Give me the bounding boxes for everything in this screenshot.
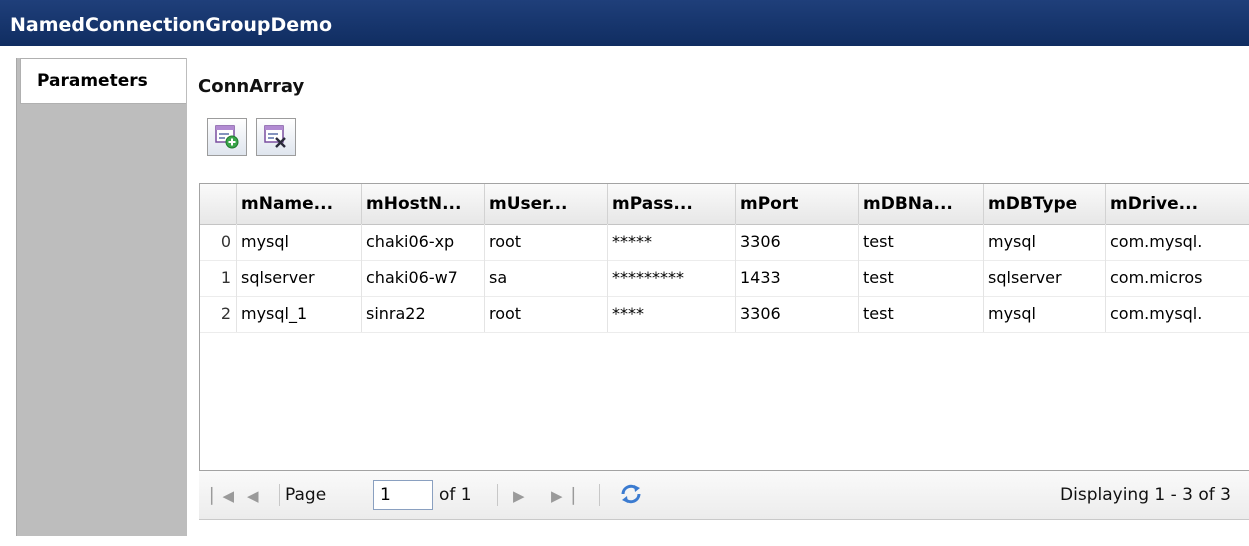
table-cell[interactable]: ********* bbox=[608, 260, 736, 296]
page-count-label: of 1 bbox=[439, 485, 472, 505]
tab-strip bbox=[16, 58, 187, 546]
table-cell[interactable]: mysql bbox=[984, 224, 1106, 260]
paging-summary: Displaying 1 - 3 of 3 bbox=[1060, 485, 1231, 505]
table-cell[interactable]: **** bbox=[608, 296, 736, 332]
window-titlebar: NamedConnectionGroupDemo bbox=[0, 0, 1249, 46]
row-number: 1 bbox=[200, 260, 237, 296]
column-header[interactable]: mUser... bbox=[485, 184, 608, 224]
table-cell[interactable]: mysql bbox=[984, 296, 1106, 332]
refresh-icon[interactable] bbox=[619, 482, 643, 511]
column-header[interactable]: mPort bbox=[736, 184, 859, 224]
table-row[interactable]: 2 mysql_1 sinra22 root **** 3306 test my… bbox=[200, 296, 1249, 333]
tab-parameters-label: Parameters bbox=[37, 71, 148, 91]
table-cell[interactable]: test bbox=[859, 260, 984, 296]
table-row[interactable]: 1 sqlserver chaki06-w7 sa ********* 1433… bbox=[200, 260, 1249, 297]
next-page-icon[interactable]: ▶ bbox=[513, 487, 525, 505]
table-cell[interactable]: chaki06-xp bbox=[362, 224, 485, 260]
row-number: 2 bbox=[200, 296, 237, 332]
table-row[interactable]: 0 mysql chaki06-xp root ***** 3306 test … bbox=[200, 224, 1249, 261]
table-cell[interactable]: mysql bbox=[237, 224, 362, 260]
table-cell[interactable]: sqlserver bbox=[984, 260, 1106, 296]
grid-header: mName... mHostN... mUser... mPass... mPo… bbox=[200, 184, 1249, 225]
table-cell[interactable]: 1433 bbox=[736, 260, 859, 296]
table-cell[interactable]: sinra22 bbox=[362, 296, 485, 332]
table-cell[interactable]: 3306 bbox=[736, 296, 859, 332]
add-row-button[interactable] bbox=[207, 118, 247, 156]
table-cell[interactable]: sqlserver bbox=[237, 260, 362, 296]
page-label: Page bbox=[285, 485, 327, 505]
table-cell[interactable]: sa bbox=[485, 260, 608, 296]
table-cell[interactable]: test bbox=[859, 224, 984, 260]
prev-page-icon[interactable]: ◀ bbox=[247, 487, 259, 505]
table-cell[interactable]: 3306 bbox=[736, 224, 859, 260]
table-cell[interactable]: com.micros bbox=[1106, 260, 1249, 296]
column-header[interactable]: mDBNa... bbox=[859, 184, 984, 224]
column-header[interactable]: mDBType bbox=[984, 184, 1106, 224]
table-cell[interactable]: mysql_1 bbox=[237, 296, 362, 332]
column-header[interactable]: mHostN... bbox=[362, 184, 485, 224]
table-cell[interactable]: ***** bbox=[608, 224, 736, 260]
column-header[interactable]: mName... bbox=[237, 184, 362, 224]
row-number-header bbox=[200, 184, 237, 224]
column-header[interactable]: mDrive... bbox=[1106, 184, 1249, 224]
first-page-icon[interactable]: ▏◀ bbox=[211, 487, 234, 505]
last-page-icon[interactable]: ▶▕ bbox=[551, 487, 574, 505]
page-number-input[interactable] bbox=[373, 480, 433, 510]
toolbar-separator bbox=[279, 484, 280, 506]
table-cell[interactable]: test bbox=[859, 296, 984, 332]
toolbar-separator bbox=[497, 484, 498, 506]
frame-bottom bbox=[16, 536, 1249, 546]
table-cell[interactable]: com.mysql. bbox=[1106, 296, 1249, 332]
frame-edge bbox=[0, 46, 16, 546]
table-cell[interactable]: root bbox=[485, 224, 608, 260]
conn-array-grid: mName... mHostN... mUser... mPass... mPo… bbox=[199, 183, 1249, 471]
delete-row-button[interactable] bbox=[256, 118, 296, 156]
panel-title: ConnArray bbox=[198, 76, 305, 97]
column-header[interactable]: mPass... bbox=[608, 184, 736, 224]
tab-parameters[interactable]: Parameters bbox=[20, 58, 186, 104]
table-cell[interactable]: chaki06-w7 bbox=[362, 260, 485, 296]
table-cell[interactable]: root bbox=[485, 296, 608, 332]
row-number: 0 bbox=[200, 224, 237, 260]
table-cell[interactable]: com.mysql. bbox=[1106, 224, 1249, 260]
paging-toolbar: ▏◀ ◀ Page of 1 ▶ ▶▕ Displaying 1 - 3 of … bbox=[199, 471, 1249, 520]
toolbar-separator bbox=[599, 484, 600, 506]
window-title: NamedConnectionGroupDemo bbox=[10, 14, 333, 36]
